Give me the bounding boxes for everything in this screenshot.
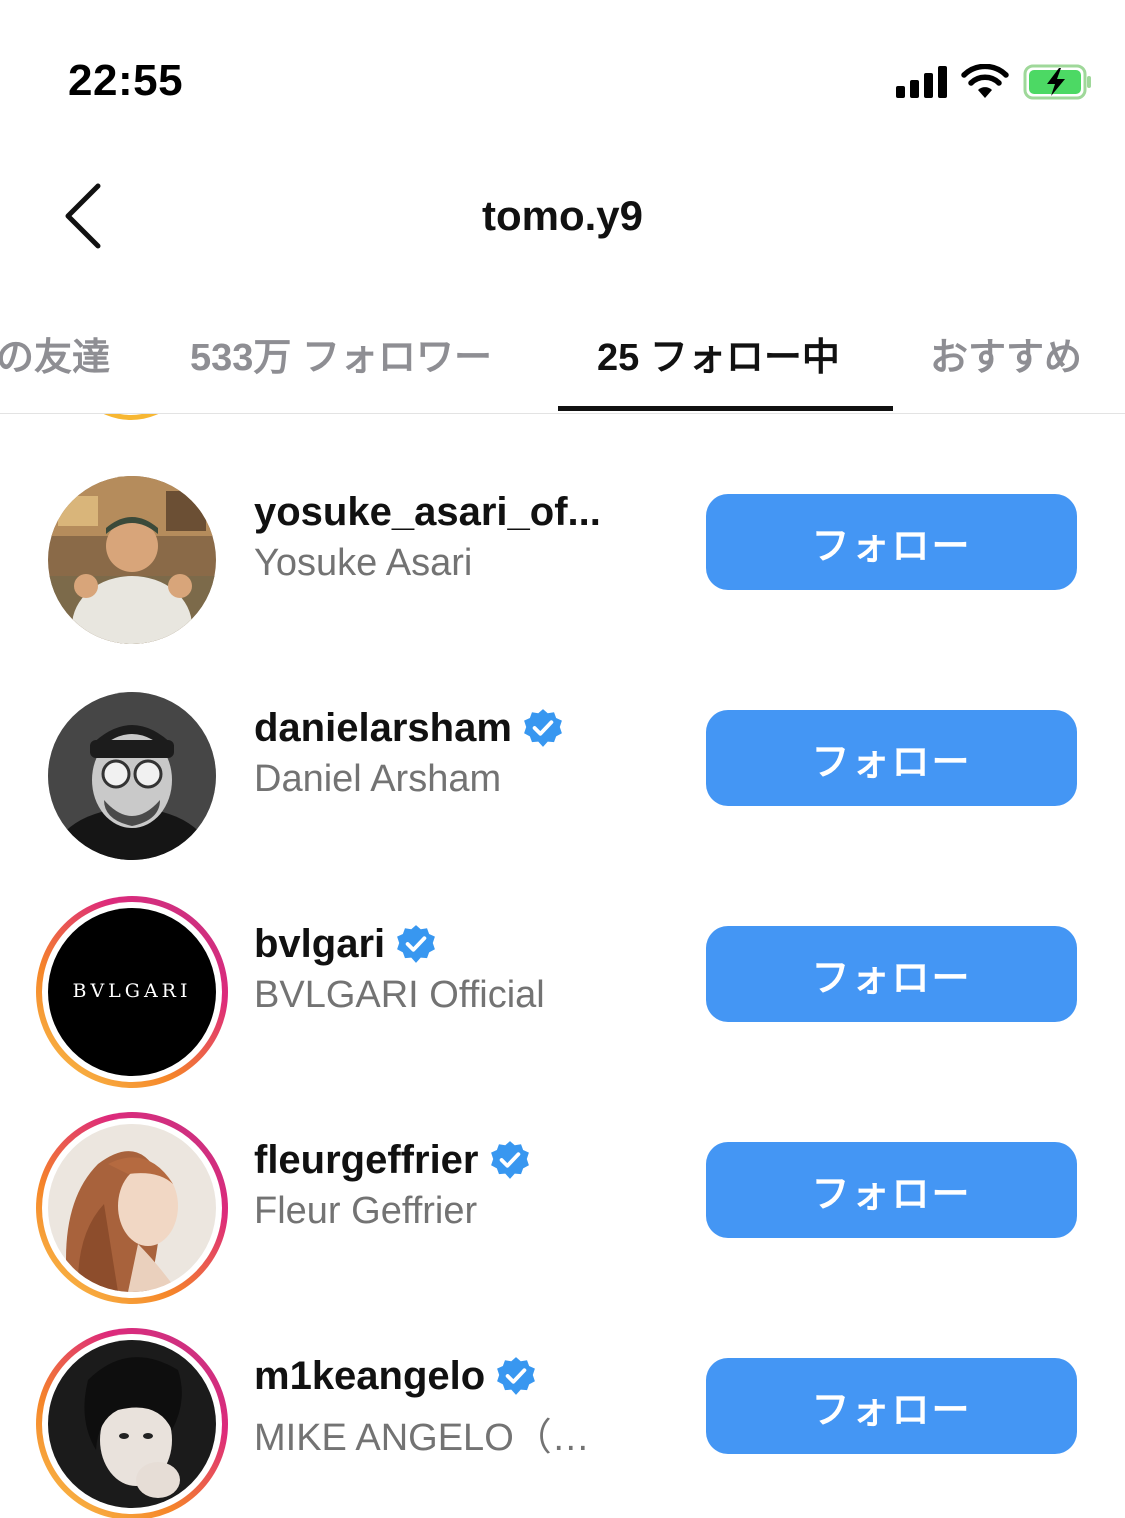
list-item[interactable]: m1keangelo MIKE ANGELO（… フォロー <box>0 1278 1125 1518</box>
avatar[interactable]: BVLGARI <box>48 908 216 1076</box>
tab-suggested[interactable]: おすすめ <box>930 326 1082 381</box>
list-item[interactable]: fleurgeffrier Fleur Geffrier フォロー <box>0 1062 1125 1304</box>
full-name: MIKE ANGELO（… <box>254 1417 590 1459</box>
follow-button[interactable]: フォロー <box>706 1358 1077 1454</box>
user-info: yosuke_asari_of... Yosuke Asari <box>254 486 674 585</box>
wifi-icon <box>961 64 1009 98</box>
tab-mutual-friends[interactable]: の友達 <box>0 326 110 381</box>
user-info: fleurgeffrier Fleur Geffrier <box>254 1134 674 1233</box>
user-info: danielarsham Daniel Arsham <box>254 702 674 801</box>
follow-button[interactable]: フォロー <box>706 494 1077 590</box>
username[interactable]: fleurgeffrier <box>254 1138 479 1183</box>
follow-button[interactable]: フォロー <box>706 710 1077 806</box>
tab-followers[interactable]: 533万 フォロワー <box>190 326 492 381</box>
following-list[interactable]: yosuke_asari_of... Yosuke Asari フォロー dan… <box>0 414 1125 1518</box>
battery-charging-icon <box>1023 64 1091 100</box>
username[interactable]: danielarsham <box>254 706 512 751</box>
username[interactable]: bvlgari <box>254 922 385 967</box>
header: tomo.y9 <box>0 150 1125 290</box>
verified-badge-icon <box>490 1141 529 1179</box>
status-icons <box>896 62 1093 102</box>
username[interactable]: m1keangelo <box>254 1354 485 1399</box>
verified-badge-icon <box>523 709 562 747</box>
signal-icon <box>896 66 947 98</box>
avatar[interactable] <box>48 1124 216 1292</box>
user-info: m1keangelo MIKE ANGELO（… <box>254 1350 674 1461</box>
active-tab-indicator <box>558 406 893 411</box>
list-item[interactable]: danielarsham Daniel Arsham フォロー <box>0 630 1125 860</box>
full-name: BVLGARI Official <box>254 974 545 1016</box>
full-name: Daniel Arsham <box>254 758 502 800</box>
list-item[interactable]: BVLGARI bvlgari BVLGARI Official フォロー <box>0 846 1125 1088</box>
verified-badge-icon <box>397 925 436 963</box>
tab-bar: の友達 533万 フォロワー 25 フォロー中 おすすめ <box>0 300 1125 414</box>
verified-badge-icon <box>497 1357 536 1395</box>
full-name: Yosuke Asari <box>254 542 473 584</box>
avatar[interactable] <box>48 476 216 644</box>
follow-button[interactable]: フォロー <box>706 926 1077 1022</box>
avatar[interactable] <box>48 692 216 860</box>
avatar[interactable] <box>48 1340 216 1508</box>
follow-button[interactable]: フォロー <box>706 1142 1077 1238</box>
list-item[interactable]: yosuke_asari_of... Yosuke Asari フォロー <box>0 414 1125 644</box>
bvlgari-logo: BVLGARI <box>72 980 192 1002</box>
status-time: 22:55 <box>68 56 184 105</box>
username[interactable]: yosuke_asari_of... <box>254 490 601 535</box>
user-info: bvlgari BVLGARI Official <box>254 918 674 1017</box>
full-name: Fleur Geffrier <box>254 1190 478 1232</box>
page-title: tomo.y9 <box>481 192 644 239</box>
tab-following[interactable]: 25 フォロー中 <box>597 326 840 381</box>
status-bar: 22:55 <box>0 0 1125 150</box>
